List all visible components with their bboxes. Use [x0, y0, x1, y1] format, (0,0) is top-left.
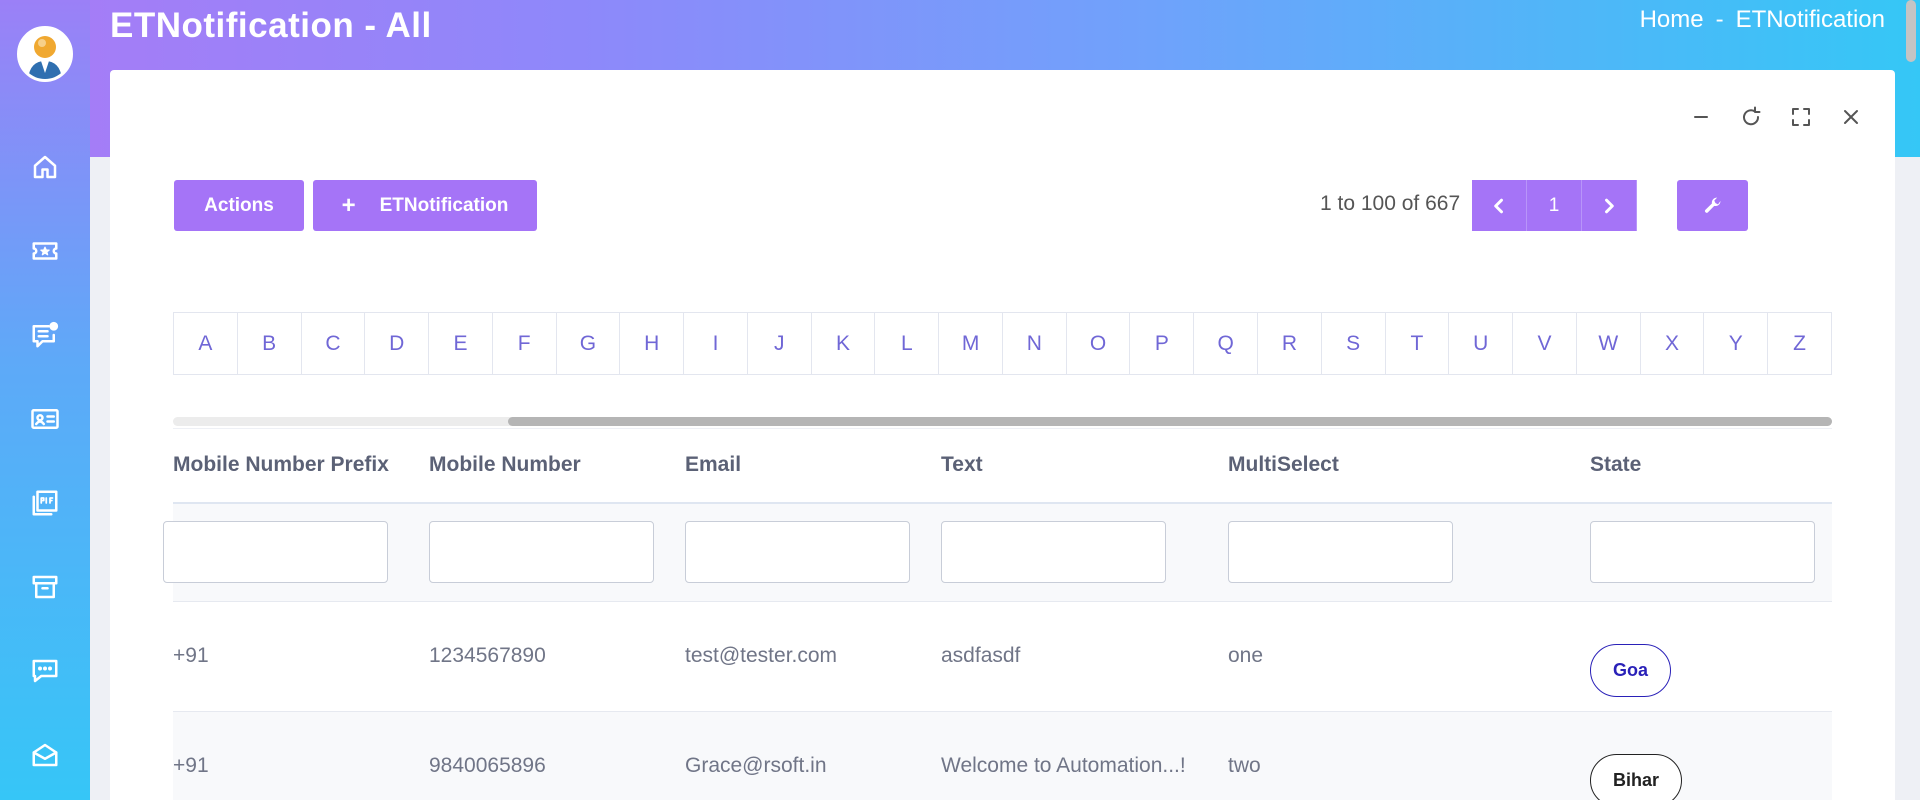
alphabet-letter[interactable]: J	[748, 313, 812, 374]
state-badge[interactable]: Bihar	[1590, 754, 1683, 800]
archive-icon[interactable]	[27, 569, 63, 605]
fullscreen-icon[interactable]	[1789, 105, 1813, 129]
ticket-icon[interactable]	[27, 233, 63, 269]
column-header-email[interactable]: Email	[685, 453, 741, 477]
cell-mobile: 1234567890	[429, 644, 546, 667]
filter-state-input[interactable]	[1590, 521, 1815, 583]
table-row[interactable]: +91 1234567890 test@tester.com asdfasdf …	[173, 602, 1832, 712]
alphabet-letter[interactable]: U	[1449, 313, 1514, 374]
filter-row	[163, 504, 1832, 602]
prev-page-button[interactable]	[1472, 180, 1527, 231]
pdf-icon[interactable]	[27, 485, 63, 521]
add-button-label: ETNotification	[379, 194, 509, 216]
alphabet-letter[interactable]: K	[812, 313, 876, 374]
wrench-icon	[1704, 197, 1720, 213]
filter-mobile-number-input[interactable]	[429, 521, 654, 583]
cell-email: Grace@rsoft.in	[685, 754, 827, 777]
add-etnotification-button[interactable]: + ETNotification	[313, 180, 537, 231]
refresh-icon[interactable]	[1739, 105, 1763, 129]
chevron-right-icon	[1605, 198, 1614, 213]
actions-button[interactable]: Actions	[174, 180, 304, 231]
next-page-button[interactable]	[1582, 180, 1637, 231]
alphabet-letter[interactable]: O	[1067, 313, 1131, 374]
cell-multiselect: two	[1228, 754, 1261, 777]
alphabet-letter[interactable]: E	[429, 313, 493, 374]
table-header: Mobile Number Prefix Mobile Number Email…	[173, 428, 1832, 504]
alphabet-letter[interactable]: T	[1386, 313, 1450, 374]
alphabet-letter[interactable]: A	[174, 313, 238, 374]
alphabet-filter: ABCDEFGHIJKLMNOPQRSTUVWXYZ	[173, 312, 1832, 375]
breadcrumb-separator: -	[1715, 6, 1724, 33]
alphabet-letter[interactable]: M	[939, 313, 1003, 374]
filter-multiselect-input[interactable]	[1228, 521, 1453, 583]
filter-text-input[interactable]	[941, 521, 1166, 583]
alphabet-letter[interactable]: G	[557, 313, 621, 374]
close-icon[interactable]	[1839, 105, 1863, 129]
cell-multiselect: one	[1228, 644, 1264, 667]
notes-icon[interactable]	[27, 317, 63, 353]
alphabet-letter[interactable]: R	[1258, 313, 1322, 374]
avatar[interactable]	[17, 26, 73, 82]
home-icon[interactable]	[27, 149, 63, 185]
horizontal-scrollbar[interactable]	[173, 417, 1832, 426]
filter-email-input[interactable]	[685, 521, 910, 583]
table-row[interactable]: +91 9840065896 Grace@rsoft.in Welcome to…	[173, 712, 1832, 800]
alphabet-letter[interactable]: W	[1577, 313, 1641, 374]
page-title: ETNotification - All	[110, 6, 432, 45]
data-table: Mobile Number Prefix Mobile Number Email…	[163, 428, 1832, 800]
state-badge[interactable]: Goa	[1590, 644, 1672, 697]
column-header-text[interactable]: Text	[941, 453, 983, 477]
horizontal-scrollbar-thumb[interactable]	[508, 417, 1832, 426]
cell-text: asdfasdf	[941, 644, 1021, 667]
current-page[interactable]: 1	[1527, 180, 1582, 231]
page-scrollbar[interactable]	[1906, 0, 1916, 62]
user-avatar-icon	[20, 29, 70, 79]
alphabet-letter[interactable]: X	[1641, 313, 1705, 374]
alphabet-letter[interactable]: Z	[1768, 313, 1831, 374]
plus-icon: +	[341, 191, 356, 219]
chevron-left-icon	[1494, 198, 1503, 213]
alphabet-letter[interactable]: V	[1513, 313, 1577, 374]
column-header-mobile-prefix[interactable]: Mobile Number Prefix	[173, 453, 389, 477]
alphabet-letter[interactable]: L	[875, 313, 940, 374]
alphabet-letter[interactable]: I	[684, 313, 748, 374]
sidebar	[0, 0, 90, 800]
alphabet-letter[interactable]: N	[1003, 313, 1067, 374]
alphabet-letter[interactable]: D	[365, 313, 430, 374]
cell-text: Welcome to Automation...!	[941, 754, 1186, 777]
cell-prefix: +91	[173, 754, 209, 777]
pagination-info: 1 to 100 of 667	[1320, 192, 1461, 215]
mail-icon[interactable]	[27, 737, 63, 773]
settings-button[interactable]	[1677, 180, 1748, 231]
column-header-mobile-number[interactable]: Mobile Number	[429, 453, 581, 477]
alphabet-letter[interactable]: C	[302, 313, 366, 374]
column-header-state[interactable]: State	[1590, 453, 1641, 477]
breadcrumb-current[interactable]: ETNotification	[1736, 6, 1885, 34]
alphabet-letter[interactable]: P	[1130, 313, 1195, 374]
chat-icon[interactable]	[27, 653, 63, 689]
minimize-icon[interactable]	[1689, 105, 1713, 129]
column-header-multiselect[interactable]: MultiSelect	[1228, 453, 1339, 477]
cell-prefix: +91	[173, 644, 209, 667]
alphabet-letter[interactable]: Y	[1704, 313, 1769, 374]
cell-email: test@tester.com	[685, 644, 838, 667]
card-tools	[1689, 105, 1863, 129]
alphabet-letter[interactable]: B	[238, 313, 302, 374]
pagination: 1	[1472, 180, 1637, 231]
alphabet-letter[interactable]: F	[493, 313, 557, 374]
alphabet-letter[interactable]: H	[620, 313, 685, 374]
filter-mobile-prefix-input[interactable]	[163, 521, 388, 583]
id-card-icon[interactable]	[27, 401, 63, 437]
cell-mobile: 9840065896	[429, 754, 546, 777]
main-card: Actions + ETNotification 1 to 100 of 667…	[110, 70, 1895, 800]
alphabet-letter[interactable]: S	[1322, 313, 1386, 374]
alphabet-letter[interactable]: Q	[1194, 313, 1259, 374]
breadcrumb: Home - ETNotification	[1640, 6, 1885, 34]
breadcrumb-home[interactable]: Home	[1640, 6, 1704, 34]
